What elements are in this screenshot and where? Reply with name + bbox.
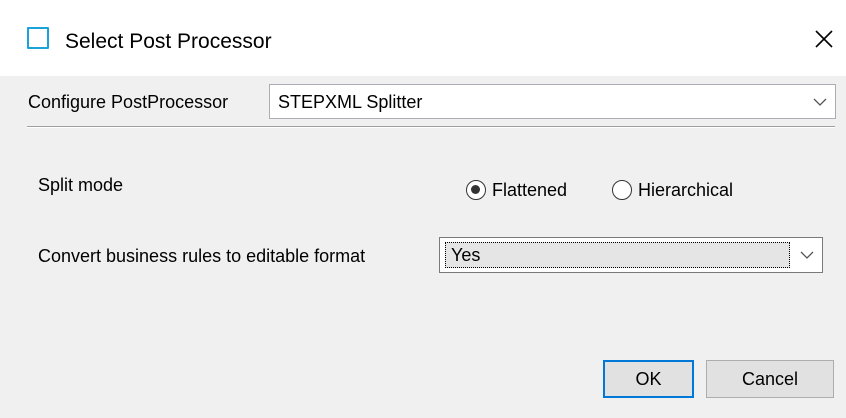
radio-flattened[interactable]: Flattened <box>466 177 591 203</box>
chevron-down-icon <box>800 251 814 259</box>
business-rules-value: Yes <box>451 245 481 265</box>
chevron-down-icon <box>813 98 827 106</box>
postprocessor-label: Configure PostProcessor <box>28 92 229 112</box>
cancel-button[interactable]: Cancel <box>706 360 834 398</box>
focus-rect <box>445 242 790 268</box>
postprocessor-select[interactable]: STEPXML Splitter <box>269 84 836 119</box>
radio-label-flattened: Flattened <box>492 180 568 200</box>
window-icon <box>27 27 49 49</box>
close-icon <box>815 30 833 48</box>
radio-circle <box>612 180 632 200</box>
title-bar: Select Post Processor <box>0 0 846 76</box>
postprocessor-value: STEPXML Splitter <box>278 91 423 112</box>
close-button[interactable] <box>810 25 838 53</box>
split-mode-label: Split mode <box>38 175 124 195</box>
radio-circle <box>466 180 486 200</box>
business-rules-label: Convert business rules to editable forma… <box>38 246 366 266</box>
business-rules-select[interactable]: Yes <box>439 237 823 273</box>
radio-hierarchical[interactable]: Hierarchical <box>612 177 762 203</box>
separator <box>27 126 835 128</box>
dialog-title: Select Post Processor <box>65 30 272 53</box>
ok-button[interactable]: OK <box>603 360 694 398</box>
radio-dot <box>471 185 480 194</box>
select-post-processor-dialog: Select Post Processor Configure PostProc… <box>0 0 846 418</box>
radio-label-hierarchical: Hierarchical <box>638 180 734 200</box>
